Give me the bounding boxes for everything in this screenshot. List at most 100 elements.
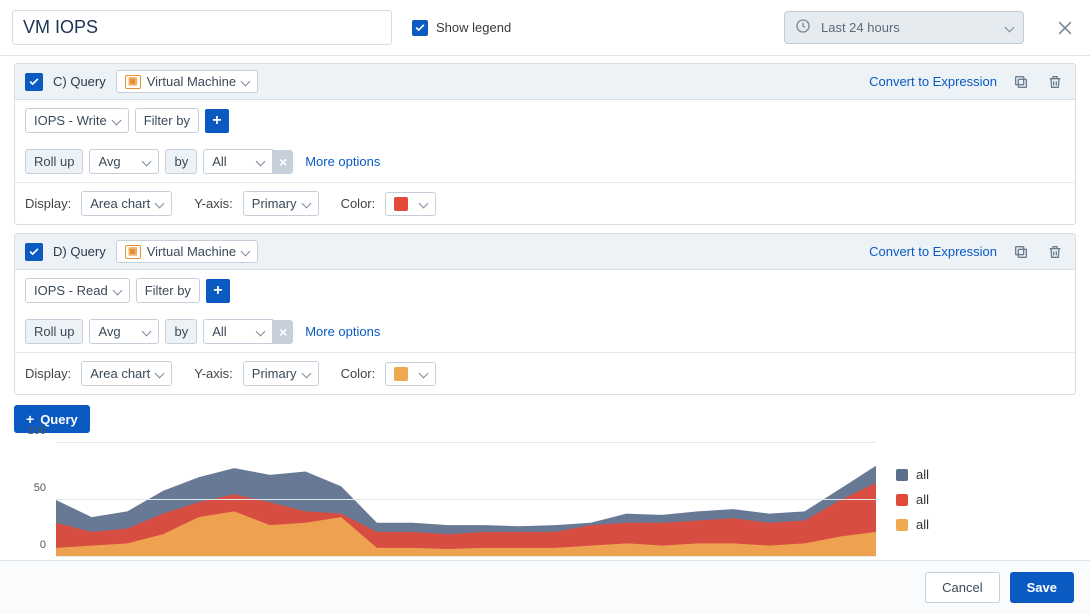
filter-selector[interactable]: Filter by <box>135 108 199 133</box>
legend-item: all <box>896 467 1076 482</box>
yaxis-label: Y-axis: <box>194 196 233 211</box>
query-enabled-checkbox[interactable] <box>25 243 43 261</box>
body-scroll[interactable]: C) Query ▣ Virtual Machine Convert to Ex… <box>0 55 1090 560</box>
rollup-by-label: by <box>165 149 197 174</box>
legend-item: all <box>896 517 1076 532</box>
y-tick: 50 <box>34 482 46 494</box>
resource-pill[interactable]: ▣ Virtual Machine <box>116 70 258 93</box>
legend-label: all <box>916 517 929 532</box>
legend: all all all <box>896 443 1076 560</box>
metric-row: IOPS - Read Filter by + <box>15 270 1075 311</box>
title-input-container[interactable] <box>12 10 392 45</box>
rollup-by-selector[interactable]: All <box>203 149 273 174</box>
chevron-down-icon <box>419 369 429 379</box>
more-options-link[interactable]: More options <box>305 154 380 169</box>
save-button[interactable]: Save <box>1010 572 1074 603</box>
display-row: Display: Area chart Y-axis: Primary Colo… <box>15 183 1075 224</box>
legend-label: all <box>916 467 929 482</box>
color-selector[interactable] <box>385 192 436 216</box>
yaxis-label: Y-axis: <box>194 366 233 381</box>
chevron-down-icon <box>419 199 429 209</box>
show-legend-toggle[interactable]: Show legend <box>412 20 511 36</box>
chevron-down-icon <box>256 327 266 337</box>
title-input[interactable] <box>23 17 381 38</box>
chevron-down-icon <box>301 199 311 209</box>
y-tick: 0 <box>40 539 46 551</box>
rollup-by-label: by <box>165 319 197 344</box>
color-label: Color: <box>341 366 376 381</box>
chevron-down-icon <box>155 199 165 209</box>
duplicate-icon[interactable] <box>1011 242 1031 262</box>
chart: 050100 12:00 PM3:00 PM6:00 PM9:00 PM25. … <box>14 443 876 560</box>
yaxis-selector[interactable]: Primary <box>243 191 319 216</box>
query-header: D) Query ▣ Virtual Machine Convert to Ex… <box>15 234 1075 270</box>
footer-bar: Cancel Save <box>0 560 1090 614</box>
time-range-selector[interactable]: Last 24 hours <box>784 11 1024 44</box>
chevron-down-icon <box>241 247 251 257</box>
chart-container: 050100 12:00 PM3:00 PM6:00 PM9:00 PM25. … <box>14 443 1076 560</box>
query-enabled-checkbox[interactable] <box>25 73 43 91</box>
metric-selector[interactable]: IOPS - Write <box>25 108 129 133</box>
legend-swatch <box>896 494 908 506</box>
chevron-down-icon <box>256 157 266 167</box>
trash-icon[interactable] <box>1045 242 1065 262</box>
add-query-button[interactable]: + Query <box>14 405 90 433</box>
duplicate-icon[interactable] <box>1011 72 1031 92</box>
rollup-agg-selector[interactable]: Avg <box>89 319 159 344</box>
display-row: Display: Area chart Y-axis: Primary Colo… <box>15 353 1075 394</box>
clock-icon <box>795 18 811 37</box>
legend-swatch <box>896 469 908 481</box>
rollup-by-selector[interactable]: All <box>203 319 273 344</box>
chevron-down-icon <box>241 77 251 87</box>
query-header: C) Query ▣ Virtual Machine Convert to Ex… <box>15 64 1075 100</box>
metric-row: IOPS - Write Filter by + <box>15 100 1075 141</box>
add-filter-button[interactable]: + <box>206 279 230 303</box>
resource-pill[interactable]: ▣ Virtual Machine <box>116 240 258 263</box>
close-button[interactable] <box>1052 15 1078 41</box>
chevron-down-icon <box>142 327 152 337</box>
more-options-link[interactable]: More options <box>305 324 380 339</box>
rollup-label: Roll up <box>25 149 83 174</box>
add-filter-button[interactable]: + <box>205 109 229 133</box>
convert-to-expression-link[interactable]: Convert to Expression <box>869 74 997 89</box>
rollup-label: Roll up <box>25 319 83 344</box>
resource-label: Virtual Machine <box>147 74 236 89</box>
legend-swatch <box>896 519 908 531</box>
legend-label: all <box>916 492 929 507</box>
vm-icon: ▣ <box>125 245 141 259</box>
legend-item: all <box>896 492 1076 507</box>
checkbox-icon <box>412 20 428 36</box>
rollup-row: Roll up Avg by All × More options <box>15 141 1075 183</box>
query-block-c: C) Query ▣ Virtual Machine Convert to Ex… <box>14 63 1076 225</box>
color-swatch <box>394 197 408 211</box>
convert-to-expression-link[interactable]: Convert to Expression <box>869 244 997 259</box>
yaxis-selector[interactable]: Primary <box>243 361 319 386</box>
display-type-selector[interactable]: Area chart <box>81 361 172 386</box>
vm-icon: ▣ <box>125 75 141 89</box>
query-label: C) Query <box>53 74 106 89</box>
query-block-d: D) Query ▣ Virtual Machine Convert to Ex… <box>14 233 1076 395</box>
rollup-row: Roll up Avg by All × More options <box>15 311 1075 353</box>
color-selector[interactable] <box>385 362 436 386</box>
chevron-down-icon <box>301 369 311 379</box>
remove-rollup-button[interactable]: × <box>273 320 293 344</box>
chevron-down-icon <box>142 157 152 167</box>
trash-icon[interactable] <box>1045 72 1065 92</box>
display-label: Display: <box>25 366 71 381</box>
rollup-agg-selector[interactable]: Avg <box>89 149 159 174</box>
color-label: Color: <box>341 196 376 211</box>
filter-selector[interactable]: Filter by <box>136 278 200 303</box>
remove-rollup-button[interactable]: × <box>273 150 293 174</box>
cancel-button[interactable]: Cancel <box>925 572 999 603</box>
chevron-down-icon <box>1005 23 1015 33</box>
y-tick: 100 <box>28 425 46 437</box>
display-label: Display: <box>25 196 71 211</box>
metric-selector[interactable]: IOPS - Read <box>25 278 130 303</box>
color-swatch <box>394 367 408 381</box>
display-type-selector[interactable]: Area chart <box>81 191 172 216</box>
header-bar: Show legend Last 24 hours <box>0 0 1090 56</box>
chevron-down-icon <box>112 286 122 296</box>
resource-label: Virtual Machine <box>147 244 236 259</box>
query-label: D) Query <box>53 244 106 259</box>
time-range-label: Last 24 hours <box>821 20 900 35</box>
